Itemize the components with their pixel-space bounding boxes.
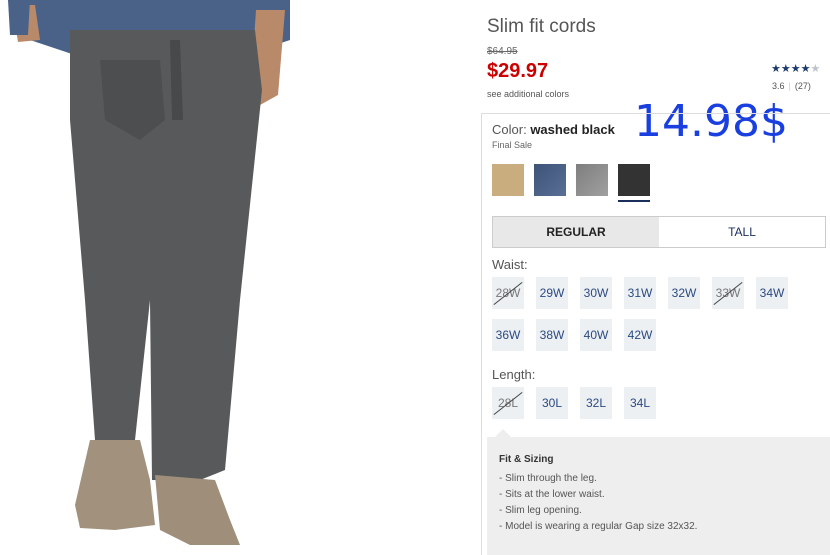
swatch-washed-black[interactable] (618, 164, 650, 202)
size-option[interactable]: 42W (624, 319, 656, 351)
overlay-price-annotation: 14.98$ (634, 96, 788, 147)
star-icon: ★ (790, 63, 801, 75)
rating-divider: | (788, 81, 791, 91)
waist-label: Waist: (492, 257, 528, 272)
size-option[interactable]: 34W (756, 277, 788, 309)
selected-color-name: washed black (530, 122, 615, 137)
swatch-gray[interactable] (576, 164, 608, 196)
length-size-grid: 28L 30L 32L 34L (492, 387, 812, 419)
color-swatches (492, 164, 650, 202)
panel-border (481, 113, 482, 555)
panel-divider (481, 113, 830, 114)
star-icon: ★ (771, 63, 781, 75)
additional-colors-link[interactable]: see additional colors (487, 89, 569, 99)
size-option[interactable]: 28W (492, 277, 524, 309)
tab-regular[interactable]: REGULAR (493, 217, 659, 247)
swatch-blue[interactable] (534, 164, 566, 196)
product-title: Slim fit cords (487, 16, 596, 37)
size-option[interactable]: 33W (712, 277, 744, 309)
review-count: (27) (794, 81, 811, 91)
waist-size-grid: 28W 29W 30W 31W 32W 33W 34W 36W 38W 40W … (492, 277, 812, 351)
size-option[interactable]: 28L (492, 387, 524, 419)
color-label-text: Color: (492, 122, 527, 137)
product-photo (0, 0, 300, 555)
list-item: Slim through the leg. (499, 471, 697, 487)
rating-summary[interactable]: 3.6 | (27) (772, 81, 811, 91)
final-sale-note: Final Sale (492, 140, 533, 150)
list-item: Model is wearing a regular Gap size 32x3… (499, 519, 697, 535)
tab-tall[interactable]: TALL (659, 217, 825, 247)
size-option[interactable]: 38W (536, 319, 568, 351)
size-option[interactable]: 31W (624, 277, 656, 309)
fit-sizing-title: Fit & Sizing (499, 454, 554, 465)
sale-price: $29.97 (487, 60, 549, 82)
list-item: Sits at the lower waist. (499, 487, 697, 503)
size-option[interactable]: 30L (536, 387, 568, 419)
list-item: Slim leg opening. (499, 503, 697, 519)
length-label: Length: (492, 367, 536, 382)
fit-sizing-box: Fit & Sizing Slim through the leg. Sits … (487, 429, 830, 555)
size-option[interactable]: 32W (668, 277, 700, 309)
star-half-icon: ★ (800, 63, 811, 75)
swatch-khaki[interactable] (492, 164, 524, 196)
fit-tabs: REGULAR TALL (492, 216, 826, 248)
size-option[interactable]: 30W (580, 277, 612, 309)
star-rating[interactable]: ★★★★★ (771, 62, 820, 75)
size-option[interactable]: 40W (580, 319, 612, 351)
size-option[interactable]: 34L (624, 387, 656, 419)
size-option[interactable]: 36W (492, 319, 524, 351)
size-option[interactable]: 32L (580, 387, 612, 419)
callout-notch (495, 429, 511, 437)
original-price: $64.95 (487, 46, 518, 57)
star-empty-icon: ★ (810, 63, 821, 75)
size-option[interactable]: 29W (536, 277, 568, 309)
star-icon: ★ (780, 63, 791, 75)
rating-value: 3.6 (772, 81, 785, 91)
fit-sizing-list: Slim through the leg. Sits at the lower … (499, 471, 697, 535)
color-label: Color: washed black (492, 122, 615, 137)
